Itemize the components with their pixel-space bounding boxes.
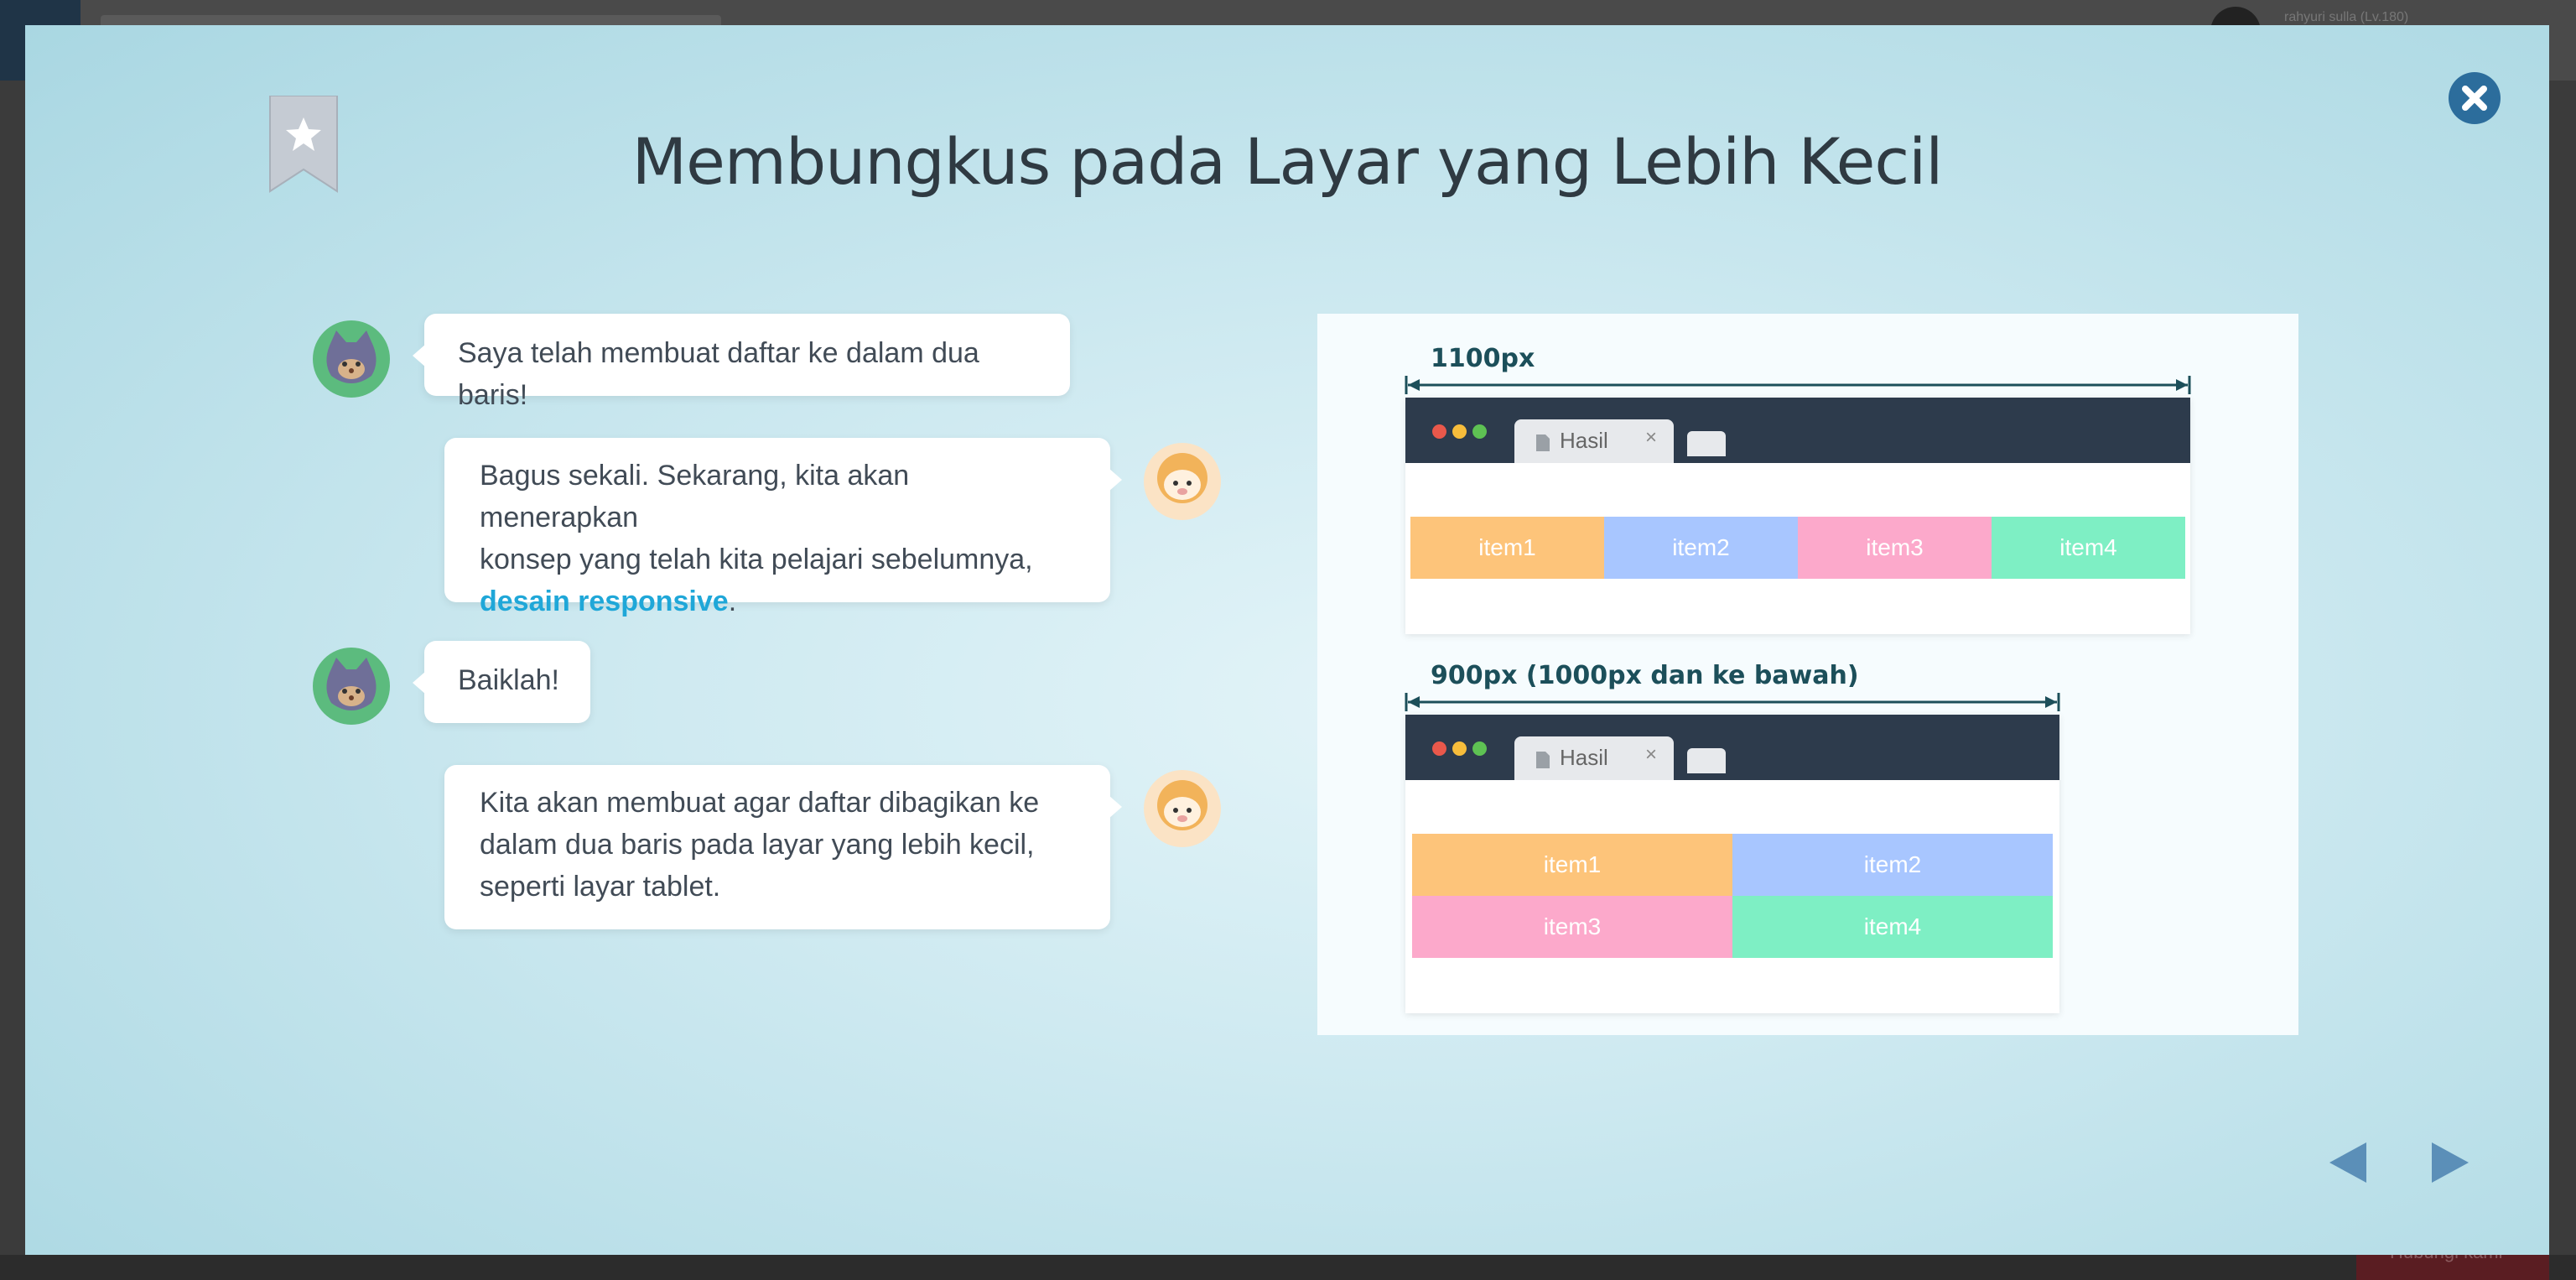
flex-item: item1 xyxy=(1412,834,1732,896)
cat-avatar xyxy=(313,320,390,398)
chat-bubble-3: Baiklah! xyxy=(413,641,590,723)
sheep-avatar xyxy=(1144,443,1221,520)
responsive-illustration: 1100px Hasil × item1 item2 item3 item4 9… xyxy=(1317,314,2298,1035)
new-tab-icon xyxy=(1687,431,1726,456)
chat-bubble-1: Saya telah membuat daftar ke dalam dua b… xyxy=(413,314,1070,411)
flex-item: item1 xyxy=(1410,517,1604,579)
sheep-avatar xyxy=(1144,770,1221,847)
width-label: 900px (1000px dan ke bawah) xyxy=(1431,661,1859,690)
chat-text-line: Bagus sekali. Sekarang, kita akan menera… xyxy=(480,460,910,533)
file-icon xyxy=(1536,752,1550,768)
new-tab-icon xyxy=(1687,748,1726,773)
user-label: rahyuri sulla (Lv.180) xyxy=(2284,10,2409,24)
flex-item: item2 xyxy=(1732,834,2053,896)
chat-text: Saya telah membuat daftar ke dalam dua b… xyxy=(458,337,979,411)
chat-text-line: dalam dua baris pada layar yang lebih ke… xyxy=(480,829,1035,861)
chat-text-line: seperti layar tablet. xyxy=(480,871,721,903)
browser-toolbar: Hasil × xyxy=(1405,398,2190,463)
desain-responsive-link[interactable]: desain responsive xyxy=(480,585,729,617)
page-title: Membungkus pada Layar yang Lebih Kecil xyxy=(631,124,1944,199)
flex-item: item4 xyxy=(1992,517,2185,579)
file-icon xyxy=(1536,434,1550,451)
chat-text-suffix: . xyxy=(728,585,737,617)
chat-bubble-2: Bagus sekali. Sekarang, kita akan menera… xyxy=(444,438,1122,617)
chat-text-line: konsep yang telah kita pelajari sebelumn… xyxy=(480,544,1033,575)
dimension-arrow xyxy=(1405,693,2060,711)
flex-item: item3 xyxy=(1412,896,1732,958)
browser-mockup-wide: Hasil × item1 item2 item3 item4 xyxy=(1405,398,2190,634)
cat-avatar xyxy=(313,648,390,725)
sheep-icon xyxy=(1157,780,1208,830)
chat-text: Baiklah! xyxy=(458,664,559,696)
close-button[interactable] xyxy=(2449,72,2501,124)
prev-arrow-icon[interactable] xyxy=(2328,1141,2368,1184)
sheep-icon xyxy=(1157,453,1208,503)
cat-icon xyxy=(326,330,377,383)
width-label: 1100px xyxy=(1431,344,1535,373)
next-arrow-icon[interactable] xyxy=(2430,1141,2470,1184)
cat-icon xyxy=(326,658,377,710)
flex-item: item3 xyxy=(1798,517,1992,579)
background-footer xyxy=(0,1255,2576,1280)
browser-toolbar: Hasil × xyxy=(1405,715,2059,780)
dimension-arrow xyxy=(1405,376,2191,394)
tab-close-icon: × xyxy=(1645,743,1658,766)
chat-bubble-4: Kita akan membuat agar daftar dibagikan … xyxy=(444,765,1122,929)
browser-tab: Hasil × xyxy=(1514,419,1674,463)
flex-item: item4 xyxy=(1732,896,2053,958)
lesson-modal: Membungkus pada Layar yang Lebih Kecil S… xyxy=(25,25,2549,1255)
chat-text-line: Kita akan membuat agar daftar dibagikan … xyxy=(480,787,1040,819)
tab-label: Hasil xyxy=(1560,745,1608,770)
close-icon xyxy=(2462,86,2487,111)
tab-close-icon: × xyxy=(1645,426,1658,449)
flex-item: item2 xyxy=(1604,517,1798,579)
browser-tab: Hasil × xyxy=(1514,736,1674,780)
tab-label: Hasil xyxy=(1560,428,1608,453)
browser-mockup-narrow: Hasil × item1 item2 item3 item4 xyxy=(1405,715,2059,1013)
